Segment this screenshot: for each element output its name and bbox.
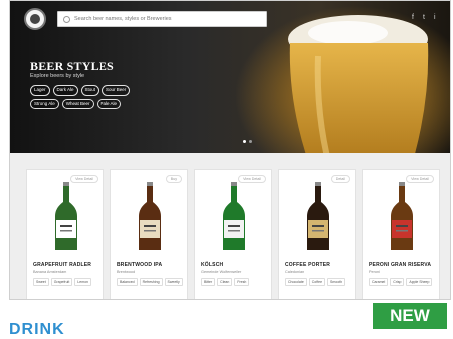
beer-name[interactable]: BRENTWOOD IPA (117, 262, 162, 268)
style-chip-list: Lager Dark Ale Stout Sour Beer Strong Al… (30, 85, 150, 109)
bottle-icon (391, 182, 413, 250)
bottle-icon (223, 182, 245, 250)
flavor-tag[interactable]: Balanced (117, 278, 138, 286)
bottle-icon (55, 182, 77, 250)
flavor-tag[interactable]: Caramel (369, 278, 389, 286)
beer-name[interactable]: COFFEE PORTER (285, 262, 330, 268)
bottle-icon (307, 182, 329, 250)
flavor-tag-list: Balanced Refreshing Sweetly (117, 278, 185, 286)
bottle-image (279, 182, 357, 252)
style-chip[interactable]: Stout (80, 85, 100, 96)
flavor-tag[interactable]: Grapefruit (50, 278, 73, 286)
flavor-tag[interactable]: Lemon (74, 278, 91, 286)
flavor-tag[interactable]: Fresh (234, 278, 250, 286)
search-bar[interactable] (57, 11, 267, 27)
brewery-name: Gemeinde Wolfenweiler (201, 270, 242, 274)
beer-card[interactable]: View Detail PERONI GRAN RISERVA Peroni C… (362, 169, 441, 299)
style-chip[interactable]: Lager (30, 85, 50, 96)
flavor-tag[interactable]: Sweetly (164, 278, 183, 286)
style-chip[interactable]: Dark Ale (52, 85, 78, 96)
bottle-image (27, 182, 105, 252)
bottle-icon (139, 182, 161, 250)
carousel-dot[interactable] (243, 140, 246, 143)
style-chip[interactable]: Wheat Beer (61, 98, 94, 109)
bottle-image (111, 182, 189, 252)
instagram-icon[interactable]: i (434, 14, 436, 21)
beer-card[interactable]: View Detail GRAPEFRUIT RADLER Banana Ams… (26, 169, 105, 299)
flavor-tag[interactable]: Clean (217, 278, 233, 286)
drink-heading: DRINK (9, 321, 65, 338)
hero-title: BEER STYLES (30, 59, 114, 73)
flavor-tag[interactable]: Smooth (327, 278, 346, 286)
flavor-tag[interactable]: Chocolate (285, 278, 307, 286)
top-bar: f t i (10, 1, 450, 35)
brand-logo[interactable] (24, 8, 46, 30)
flavor-tag-list: Bitter Clean Fresh (201, 278, 269, 286)
style-chip[interactable]: Sour Beer (102, 85, 131, 96)
flavor-tag[interactable]: Coffee (308, 278, 326, 286)
flavor-tag[interactable]: Apple Sheep (406, 278, 433, 286)
search-icon (63, 15, 70, 23)
app-window: f t i BEER STYLES Explore beers by style… (9, 0, 451, 300)
brewery-name: Banana Amsterdam (33, 270, 67, 274)
brewery-name: Brentwood (117, 270, 136, 274)
bottle-image (195, 182, 273, 252)
flavor-tag-list: Caramel Crisp Apple Sheep (369, 278, 437, 286)
beer-card[interactable]: View Detail KÖLSCH Gemeinde Wolfenweiler… (194, 169, 273, 299)
facebook-icon[interactable]: f (412, 14, 414, 21)
flavor-tag-list: Chocolate Coffee Smooth (285, 278, 353, 286)
twitter-icon[interactable]: t (423, 14, 425, 21)
new-badge: NEW (373, 303, 447, 329)
hero-banner: f t i BEER STYLES Explore beers by style… (10, 1, 450, 153)
beer-name[interactable]: GRAPEFRUIT RADLER (33, 262, 91, 268)
style-chip[interactable]: Strong Ale (30, 98, 59, 109)
style-chip[interactable]: Pale Ale (96, 98, 122, 109)
carousel-dots (243, 140, 252, 143)
flavor-tag-list: Sweet Grapefruit Lemon (33, 278, 101, 286)
flavor-tag[interactable]: Bitter (201, 278, 216, 286)
beer-card[interactable]: Detail COFFEE PORTER Caledonian Chocolat… (278, 169, 357, 299)
beer-name[interactable]: PERONI GRAN RISERVA (369, 262, 431, 268)
bottle-image (363, 182, 441, 252)
brewery-name: Peroni (369, 270, 380, 274)
beer-card[interactable]: Buy BRENTWOOD IPA Brentwood Balanced Refr… (110, 169, 189, 299)
hero-subtitle: Explore beers by style (30, 73, 85, 79)
flavor-tag[interactable]: Crisp (390, 278, 405, 286)
beer-card-list: View Detail GRAPEFRUIT RADLER Banana Ams… (26, 169, 441, 299)
flavor-tag[interactable]: Refreshing (139, 278, 163, 286)
search-input[interactable] (74, 16, 264, 22)
beer-name[interactable]: KÖLSCH (201, 262, 223, 268)
logo-mark-icon (30, 14, 40, 24)
carousel-dot[interactable] (249, 140, 252, 143)
flavor-tag[interactable]: Sweet (33, 278, 49, 286)
brewery-name: Caledonian (285, 270, 305, 274)
